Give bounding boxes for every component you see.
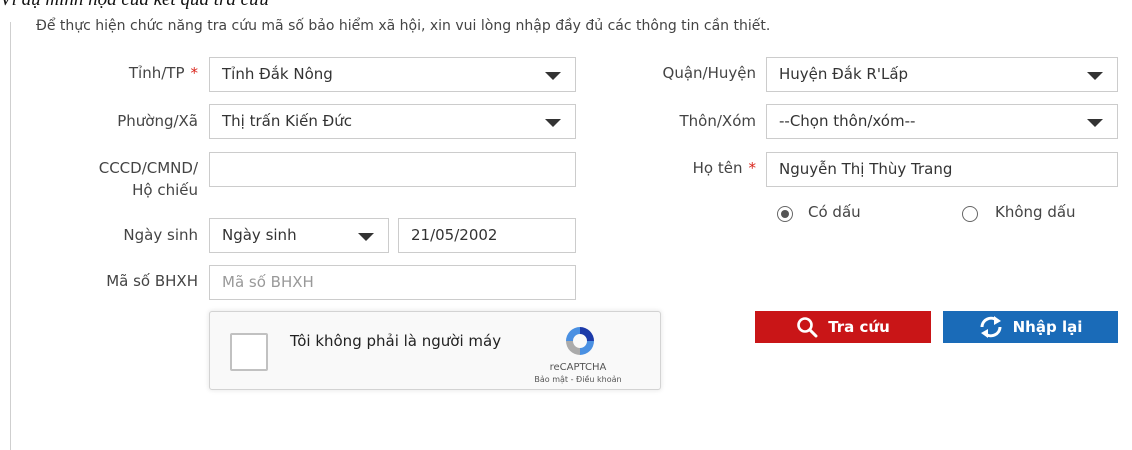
dob-label: Ngày sinh [123,226,198,244]
instruction-text: Để thực hiện chức năng tra cứu mã số bảo… [36,18,771,34]
accent-radio-without-label: Không dấu [995,203,1076,221]
search-icon [797,317,818,338]
province-label-text: Tỉnh/TP [128,64,185,82]
recaptcha-widget: Tôi không phải là người máy reCAPTCHA Bả… [209,311,661,390]
accent-radio-with[interactable] [777,206,793,222]
required-mark: * [748,159,757,177]
full-name-input[interactable]: Nguyễn Thị Thùy Trang [766,152,1118,187]
chevron-down-icon [1087,119,1103,127]
refresh-icon [980,316,1002,338]
radio-selected-dot [781,210,789,218]
chevron-down-icon [545,119,561,127]
reset-button-label: Nhập lại [1012,318,1083,336]
accent-radio-without[interactable] [962,206,978,222]
province-label: Tỉnh/TP * [129,63,198,83]
district-select-value: Huyện Đắk R'Lấp [779,65,909,83]
district-label: Quận/Huyện [662,64,756,82]
recaptcha-label: Tôi không phải là người máy [290,332,502,350]
required-mark: * [190,64,199,82]
dob-type-select-value: Ngày sinh [222,226,297,244]
full-name-label-text: Họ tên [692,159,743,177]
province-select[interactable]: Tỉnh Đắk Nông [209,57,576,92]
full-name-label: Họ tên * [693,158,756,178]
hamlet-select[interactable]: --Chọn thôn/xóm-- [766,104,1118,139]
search-button[interactable]: Tra cứu [755,311,931,343]
chevron-down-icon [545,72,561,80]
id-number-input[interactable] [209,152,576,187]
accent-radio-with-label: Có dấu [808,203,861,221]
ward-select[interactable]: Thị trấn Kiến Đức [209,104,576,139]
ward-select-value: Thị trấn Kiến Đức [222,112,353,130]
recaptcha-brand: reCAPTCHA [549,362,607,373]
recaptcha-checkbox[interactable] [230,333,268,371]
search-button-label: Tra cứu [828,318,890,336]
hamlet-select-value: --Chọn thôn/xóm-- [779,112,916,130]
panel-border [10,22,11,450]
id-number-label-line1: CCCD/CMND/ [98,159,198,177]
id-number-label-line2: Hộ chiếu [132,181,198,199]
page-caption: Ví dụ minh họa của kết quả tra cứu [0,0,269,11]
bhxh-input[interactable]: Mã số BHXH [209,265,576,300]
dob-date-input[interactable]: 21/05/2002 [398,218,576,253]
province-select-value: Tỉnh Đắk Nông [222,65,333,83]
reset-button[interactable]: Nhập lại [943,311,1118,343]
chevron-down-icon [358,233,374,241]
id-number-label: CCCD/CMND/ Hộ chiếu [99,157,198,201]
recaptcha-logo-icon [566,327,594,355]
hamlet-label: Thôn/Xóm [679,112,756,130]
ward-label: Phường/Xã [117,112,198,130]
district-select[interactable]: Huyện Đắk R'Lấp [766,57,1118,92]
bhxh-label: Mã số BHXH [106,272,198,290]
dob-type-select[interactable]: Ngày sinh [209,218,389,253]
chevron-down-icon [1087,72,1103,80]
recaptcha-privacy-terms-link[interactable]: Bảo mật - Điều khoản [518,375,638,384]
